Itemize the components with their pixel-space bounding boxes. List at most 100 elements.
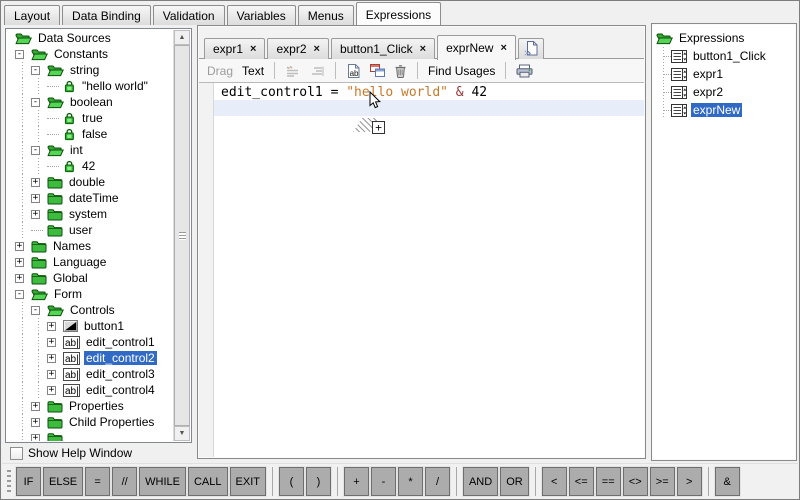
tree-item-user[interactable]: user (7, 222, 174, 238)
operator-button-item[interactable]: / (425, 467, 450, 496)
operator-button-item[interactable]: // (112, 467, 137, 496)
tree-expander-minus-icon[interactable]: - (31, 142, 47, 158)
left-tree-scrollbar[interactable]: ▲ ▼ (173, 30, 190, 441)
operator-button-call[interactable]: CALL (188, 467, 228, 496)
tree-item-system[interactable]: +system (7, 206, 174, 222)
operator-button-item[interactable]: * (398, 467, 423, 496)
operator-button-item[interactable]: > (677, 467, 702, 496)
editor-tab-expr1[interactable]: expr1× (204, 38, 265, 59)
tree-item-string[interactable]: -string (7, 62, 174, 78)
tree-item-form[interactable]: -Form (7, 286, 174, 302)
tree-item-edit-control4[interactable]: +ab|edit_control4 (7, 382, 174, 398)
tree-expander-plus-icon[interactable]: + (15, 270, 31, 286)
close-icon[interactable]: × (314, 44, 320, 54)
operator-button-item[interactable]: & (715, 467, 740, 496)
show-help-row[interactable]: Show Help Window (10, 446, 132, 460)
operator-button-item[interactable]: == (596, 467, 621, 496)
tree-expander-minus-icon[interactable]: - (15, 286, 31, 302)
editor-tab-button1-click[interactable]: button1_Click× (331, 38, 435, 59)
tree-item-language[interactable]: +Language (7, 254, 174, 270)
tree-expander-minus-icon[interactable]: - (15, 46, 31, 62)
editor-tab-exprnew[interactable]: exprNew× (437, 35, 516, 60)
tree-expander-plus-icon[interactable]: + (47, 382, 63, 398)
operator-button-item[interactable]: + (344, 467, 369, 496)
code-editor[interactable]: edit_control1 = "hello world" & 42 (199, 82, 644, 457)
tree-expander-minus-icon[interactable]: - (31, 62, 47, 78)
tab-validation[interactable]: Validation (153, 5, 225, 25)
tab-menus[interactable]: Menus (298, 5, 354, 25)
scroll-down-icon[interactable]: ▼ (174, 426, 190, 441)
operator-button-item[interactable]: <= (569, 467, 594, 496)
operator-button-exit[interactable]: EXIT (230, 467, 266, 496)
tree-item-int[interactable]: -int (7, 142, 174, 158)
expression-item-expr1[interactable]: expr1 (656, 65, 794, 83)
close-icon[interactable]: × (250, 44, 256, 54)
tree-item-controls[interactable]: -Controls (7, 302, 174, 318)
scrollbar-thumb[interactable] (174, 45, 190, 426)
tree-expander-plus-icon[interactable]: + (47, 318, 63, 334)
close-icon[interactable]: × (420, 44, 426, 54)
find-usages-button[interactable]: Find Usages (428, 64, 495, 78)
operator-button-item[interactable]: ( (279, 467, 304, 496)
operator-button-while[interactable]: WHILE (139, 467, 186, 496)
tree-expander-plus-icon[interactable]: + (47, 334, 63, 350)
operator-button-or[interactable]: OR (500, 467, 529, 496)
toolbar-grip-handle[interactable] (7, 470, 11, 494)
tree-item-data-sources[interactable]: Data Sources (7, 30, 174, 46)
tree-expander-plus-icon[interactable]: + (31, 414, 47, 430)
tree-expander-plus-icon[interactable]: + (31, 430, 47, 441)
tree-expander-plus-icon[interactable]: + (31, 174, 47, 190)
tree-expander-minus-icon[interactable]: - (31, 94, 47, 110)
tree-item-datetime[interactable]: +dateTime (7, 190, 174, 206)
tree-expander-plus-icon[interactable]: + (15, 254, 31, 270)
operator-button-and[interactable]: AND (463, 467, 498, 496)
drag-button[interactable]: Drag (207, 64, 233, 78)
operator-button-if[interactable]: IF (16, 467, 41, 496)
tree-expander-plus-icon[interactable]: + (15, 238, 31, 254)
tree-item-child-properties[interactable]: +Child Properties (7, 414, 174, 430)
tree-item-false[interactable]: false (7, 126, 174, 142)
tree-item-double[interactable]: +double (7, 174, 174, 190)
show-help-checkbox[interactable] (10, 447, 23, 460)
operator-button-item[interactable]: ) (306, 467, 331, 496)
close-icon[interactable]: × (500, 43, 506, 53)
operator-button-item[interactable]: < (542, 467, 567, 496)
tree-item-true[interactable]: true (7, 110, 174, 126)
operator-button-item[interactable]: <> (623, 467, 648, 496)
operator-button-else[interactable]: ELSE (43, 467, 83, 496)
rename-icon[interactable]: ab (346, 64, 361, 78)
operator-button-item[interactable]: = (85, 467, 110, 496)
expression-item-expr2[interactable]: expr2 (656, 83, 794, 101)
align-icon[interactable] (310, 65, 325, 77)
expression-item-exprnew[interactable]: exprNew (656, 101, 794, 119)
new-expression-tab-button[interactable] (518, 38, 544, 59)
tree-expander-plus-icon[interactable]: + (31, 398, 47, 414)
scroll-up-icon[interactable]: ▲ (174, 30, 190, 45)
tab-data-binding[interactable]: Data Binding (62, 5, 151, 25)
tree-item-x[interactable]: + (7, 430, 174, 441)
expressions-root[interactable]: Expressions (656, 29, 794, 47)
tree-item-edit-control3[interactable]: +ab|edit_control3 (7, 366, 174, 382)
expression-item-button1-click[interactable]: button1_Click (656, 47, 794, 65)
tree-expander-minus-icon[interactable]: - (31, 302, 47, 318)
print-icon[interactable] (516, 64, 533, 78)
operator-button-item[interactable]: >= (650, 467, 675, 496)
comment-icon[interactable] (285, 65, 301, 77)
tree-item-hello-world[interactable]: "hello world" (7, 78, 174, 94)
tree-expander-plus-icon[interactable]: + (47, 366, 63, 382)
delete-icon[interactable] (394, 64, 407, 78)
tree-expander-plus-icon[interactable]: + (31, 206, 47, 222)
text-button[interactable]: Text (242, 64, 264, 78)
tree-item-edit-control1[interactable]: +ab|edit_control1 (7, 334, 174, 350)
editor-tab-expr2[interactable]: expr2× (267, 38, 328, 59)
tree-expander-plus-icon[interactable]: + (47, 350, 63, 366)
tree-item-42[interactable]: 42 (7, 158, 174, 174)
tree-item-button1[interactable]: +button1 (7, 318, 174, 334)
tree-item-global[interactable]: +Global (7, 270, 174, 286)
replace-icon[interactable] (370, 64, 385, 77)
tab-layout[interactable]: Layout (4, 5, 60, 25)
tree-expander-plus-icon[interactable]: + (31, 190, 47, 206)
tree-item-constants[interactable]: -Constants (7, 46, 174, 62)
tree-item-properties[interactable]: +Properties (7, 398, 174, 414)
operator-button-item[interactable]: - (371, 467, 396, 496)
